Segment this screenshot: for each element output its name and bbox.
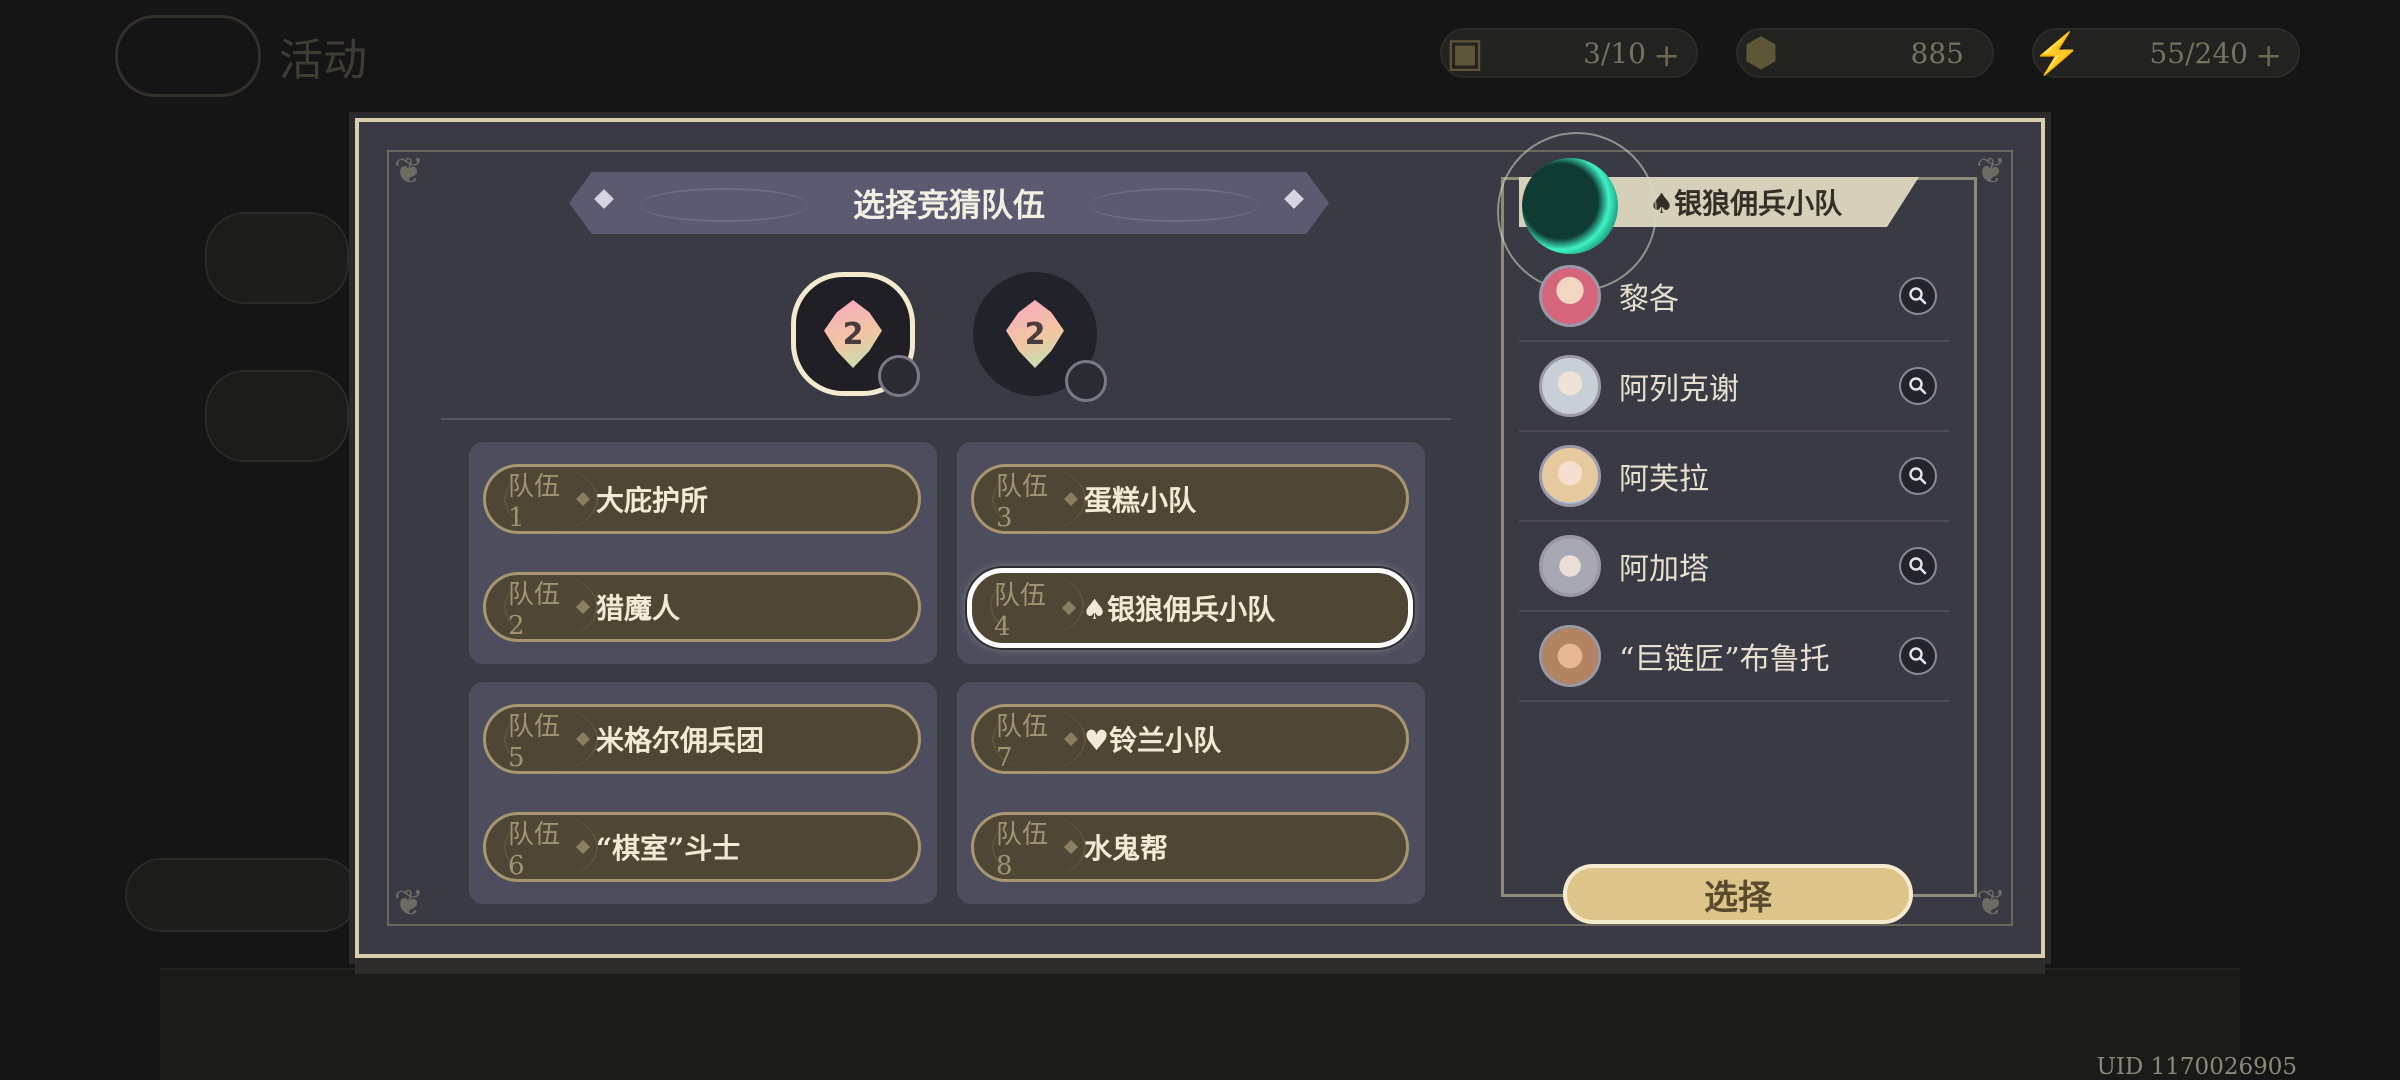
member-name: 阿加塔	[1619, 552, 1709, 587]
corner-ornament-icon: ❦	[393, 151, 425, 192]
team-option[interactable]: 队伍1 大庇护所	[483, 464, 921, 534]
member-row: 阿加塔	[1519, 522, 1949, 612]
team-tag: 队伍7	[996, 711, 1049, 773]
magnifier-icon	[1909, 647, 1927, 665]
magnifier-icon	[1909, 467, 1927, 485]
diamond-icon	[594, 189, 614, 209]
guess-slot-number: 2	[842, 316, 864, 352]
member-row: 阿芙拉	[1519, 432, 1949, 522]
lightning-icon: ⚡	[2032, 30, 2082, 77]
team-option[interactable]: 队伍7 ♥铃兰小队	[971, 704, 1409, 774]
background-title-text: 活动	[279, 35, 367, 86]
add-energy-icon[interactable]: +	[2255, 36, 2282, 74]
coin-icon: ⬢	[1743, 30, 1779, 76]
team-option[interactable]: 队伍3 蛋糕小队	[971, 464, 1409, 534]
member-row: 阿列克谢	[1519, 342, 1949, 432]
background-tab	[125, 858, 359, 932]
team-name: 米格尔佣兵团	[596, 724, 765, 757]
scroll-ornament	[1089, 188, 1259, 222]
guess-token-icon: 2	[824, 300, 882, 368]
card-icon: ▣	[1446, 30, 1484, 76]
diamond-icon	[1284, 189, 1304, 209]
team-name: 猎魔人	[596, 592, 681, 625]
background-bottom-bar	[160, 968, 2240, 1080]
inspect-member-button[interactable]	[1899, 457, 1937, 495]
resource-energy-value: 55/240	[2149, 36, 2248, 70]
member-avatar	[1539, 355, 1601, 417]
magnifier-icon	[1909, 557, 1927, 575]
team-option-selected[interactable]: 队伍4 ♠银狼佣兵小队	[967, 568, 1413, 648]
inspect-member-button[interactable]	[1899, 547, 1937, 585]
choose-button[interactable]: 选择	[1563, 864, 1913, 924]
member-avatar	[1539, 265, 1601, 327]
team-tag: 队伍5	[508, 711, 561, 773]
corner-ornament-icon: ❦	[1975, 883, 2007, 924]
uid-label: UID 1170026905	[2096, 1054, 2297, 1080]
background-title: 活动	[115, 15, 475, 97]
team-option[interactable]: 队伍2 猎魔人	[483, 572, 921, 642]
corner-ornament-icon: ❦	[393, 883, 425, 924]
team-select-modal: ❦ ❦ ❦ ❦ 选择竞猜队伍 2 2 队伍1 大庇护所 队伍2 猎魔人 队伍3 …	[355, 118, 2045, 958]
member-name: “巨链匠”布鲁托	[1619, 642, 1830, 677]
back-ring-icon	[115, 15, 261, 97]
team-tag: 队伍3	[996, 471, 1049, 533]
team-tag: 队伍1	[508, 471, 561, 533]
team-option[interactable]: 队伍5 米格尔佣兵团	[483, 704, 921, 774]
member-list: 黎各 阿列克谢 阿芙拉 阿加塔 “巨链匠”布鲁托	[1519, 252, 1949, 702]
team-tag: 队伍8	[996, 819, 1049, 881]
team-tag: 队伍2	[508, 579, 561, 641]
team-name: ♠银狼佣兵小队	[1082, 593, 1276, 626]
team-group: 队伍1 大庇护所 队伍2 猎魔人	[469, 442, 937, 664]
member-name: 阿列克谢	[1619, 372, 1739, 407]
inspect-member-button[interactable]	[1899, 367, 1937, 405]
magnifier-icon	[1909, 377, 1927, 395]
inspect-member-button[interactable]	[1899, 277, 1937, 315]
background-tab	[205, 212, 349, 304]
member-avatar	[1539, 535, 1601, 597]
team-group: 队伍3 蛋糕小队 队伍4 ♠银狼佣兵小队	[957, 442, 1425, 664]
guess-slot-indicator	[1065, 360, 1107, 402]
resource-card-value: 3/10	[1583, 36, 1646, 70]
team-group: 队伍5 米格尔佣兵团 队伍6 “棋室”斗士	[469, 682, 937, 904]
member-name: 黎各	[1619, 282, 1679, 317]
member-name: 阿芙拉	[1619, 462, 1709, 497]
modal-title: 选择竞猜队伍	[852, 186, 1045, 224]
resource-card[interactable]: ▣ 3/10 +	[1440, 28, 1698, 78]
team-group: 队伍7 ♥铃兰小队 队伍8 水鬼帮	[957, 682, 1425, 904]
team-option[interactable]: 队伍6 “棋室”斗士	[483, 812, 921, 882]
inspect-member-button[interactable]	[1899, 637, 1937, 675]
member-row: 黎各	[1519, 252, 1949, 342]
resource-coin[interactable]: ⬢ 885	[1736, 28, 1994, 78]
member-avatar	[1539, 625, 1601, 687]
team-name: 水鬼帮	[1084, 832, 1169, 865]
guess-slot-indicator	[878, 355, 920, 397]
magnifier-icon	[1909, 287, 1927, 305]
section-divider	[441, 418, 1451, 420]
corner-ornament-icon: ❦	[1975, 151, 2007, 192]
modal-title-banner: 选择竞猜队伍	[569, 172, 1329, 234]
guess-slot-1[interactable]: 2	[791, 272, 920, 397]
add-card-icon[interactable]: +	[1653, 36, 1680, 74]
team-name: 大庇护所	[596, 484, 709, 517]
scroll-ornament	[639, 188, 809, 222]
team-option[interactable]: 队伍8 水鬼帮	[971, 812, 1409, 882]
member-avatar	[1539, 445, 1601, 507]
team-name: ♥铃兰小队	[1084, 724, 1222, 757]
guess-token-icon: 2	[1006, 300, 1064, 368]
team-name: “棋室”斗士	[596, 832, 741, 865]
resource-coin-value: 885	[1910, 36, 1964, 70]
team-tag: 队伍4	[994, 580, 1047, 642]
guess-slot-2[interactable]: 2	[973, 272, 1107, 402]
background-tab	[205, 370, 349, 462]
team-tag: 队伍6	[508, 819, 561, 881]
member-row: “巨链匠”布鲁托	[1519, 612, 1949, 702]
guess-slot-number: 2	[1024, 316, 1046, 352]
team-name: 蛋糕小队	[1084, 484, 1197, 517]
team-emblem-icon	[1522, 158, 1618, 254]
resource-energy[interactable]: ⚡ 55/240 +	[2032, 28, 2300, 78]
